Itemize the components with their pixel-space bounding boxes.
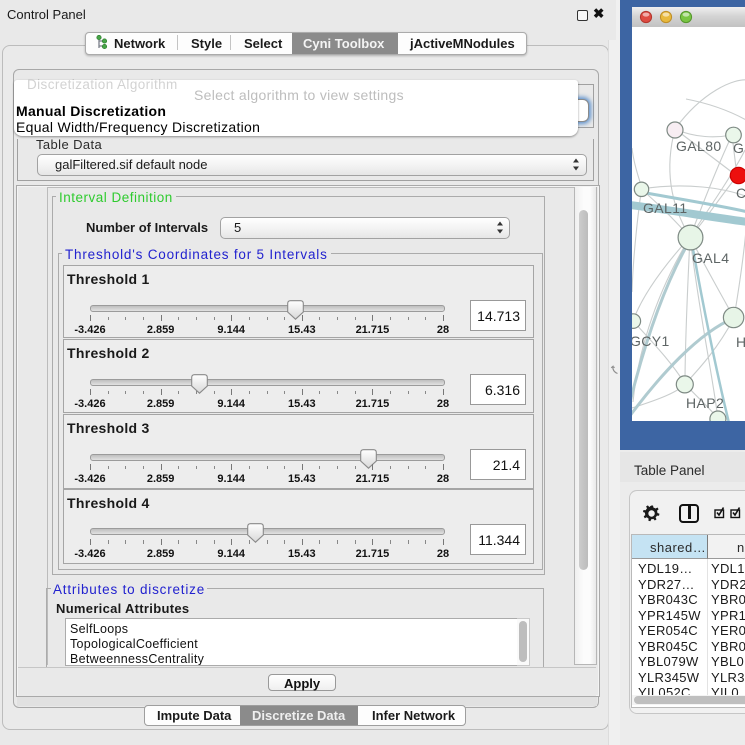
svg-text:GAL11: GAL11 — [643, 200, 688, 216]
svg-text:HAP2: HAP2 — [686, 395, 724, 411]
svg-text:GAL4: GAL4 — [692, 250, 729, 266]
svg-text:GCY1: GCY1 — [632, 333, 670, 349]
svg-text:H: H — [736, 334, 745, 350]
svg-text:C: C — [736, 185, 745, 201]
svg-text:G…: G… — [733, 140, 745, 156]
svg-text:GAL80: GAL80 — [676, 138, 722, 154]
